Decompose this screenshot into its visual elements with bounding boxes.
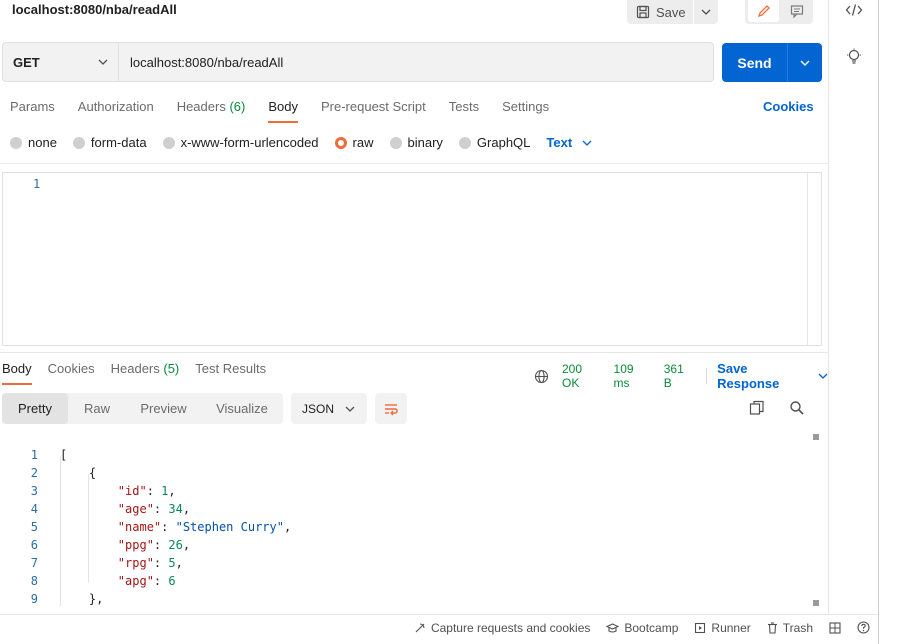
view-preview[interactable]: Preview: [126, 393, 201, 424]
trash-icon: [767, 621, 778, 634]
comment-icon: [790, 4, 804, 18]
url-input[interactable]: localhost:8080/nba/readAll: [119, 43, 713, 81]
headers-count: (6): [229, 99, 246, 114]
tab-authorization[interactable]: Authorization: [78, 99, 154, 123]
code-line: 2 {: [30, 466, 97, 480]
capture-requests-button[interactable]: Capture requests and cookies: [414, 621, 590, 635]
response-tab-headers[interactable]: Headers (5): [111, 361, 180, 385]
divider: [0, 352, 828, 353]
pencil-icon: [757, 4, 771, 18]
chevron-down-icon: [800, 60, 810, 66]
tab-tests[interactable]: Tests: [449, 99, 479, 123]
response-tab-body[interactable]: Body: [2, 361, 32, 385]
code-line: 4 "age": 34,: [30, 502, 191, 516]
search-icon[interactable]: [789, 400, 805, 416]
documentation-mode-button[interactable]: [783, 0, 811, 22]
save-icon: [636, 5, 650, 19]
edit-mode-button[interactable]: [748, 0, 779, 22]
wrap-lines-icon: [383, 402, 399, 416]
save-response-button[interactable]: Save Response: [717, 361, 828, 391]
code-line: 3 "id": 1,: [30, 484, 176, 498]
chevron-down-icon: [345, 406, 355, 412]
response-tab-test-results[interactable]: Test Results: [195, 361, 266, 385]
code-line: 8 "apg": 6: [30, 574, 176, 588]
request-title[interactable]: localhost:8080/nba/readAll: [12, 2, 177, 17]
cookies-link[interactable]: Cookies: [763, 99, 814, 114]
scroll-down-arrow[interactable]: [813, 600, 819, 606]
view-pretty[interactable]: Pretty: [2, 393, 68, 424]
tab-pre-request-script[interactable]: Pre-request Script: [321, 99, 426, 123]
status-bar: Capture requests and cookies Bootcamp Ru…: [0, 614, 878, 640]
response-tabs: Body Cookies Headers (5) Test Results: [2, 361, 282, 385]
scroll-up-arrow[interactable]: [813, 434, 819, 440]
chevron-down-icon: [701, 9, 711, 15]
radio-form-data[interactable]: form-data: [72, 135, 147, 150]
divider: [706, 368, 708, 384]
tab-headers[interactable]: Headers (6): [177, 99, 246, 123]
response-format-select[interactable]: JSON: [291, 393, 367, 424]
chevron-down-icon: [98, 59, 108, 65]
window-edge: [878, 0, 897, 644]
runner-icon: [694, 622, 706, 634]
send-button-group: Send: [722, 43, 822, 82]
body-type-radios: none form-data x-www-form-urlencoded raw…: [10, 135, 592, 150]
lightbulb-icon[interactable]: [846, 48, 862, 66]
save-dropdown-button[interactable]: [694, 0, 718, 24]
view-visualize[interactable]: Visualize: [201, 393, 283, 424]
code-line: 9 },: [30, 592, 104, 606]
code-line: 1[: [30, 448, 68, 462]
response-body-code[interactable]: 1[ 2 { 3 "id": 1, 4 "age": 34, 5 "name":…: [0, 434, 812, 608]
radio-graphql[interactable]: GraphQL: [458, 135, 530, 150]
tab-body[interactable]: Body: [268, 99, 298, 123]
two-pane-view-icon[interactable]: [829, 621, 841, 634]
capture-icon: [414, 622, 426, 634]
radio-x-www-form-urlencoded[interactable]: x-www-form-urlencoded: [162, 135, 319, 150]
code-icon[interactable]: [845, 3, 863, 17]
tab-params[interactable]: Params: [10, 99, 55, 123]
status-code[interactable]: 200 OK: [562, 362, 602, 390]
radio-raw[interactable]: raw: [334, 135, 374, 150]
response-size[interactable]: 361 B: [664, 362, 694, 390]
request-body-editor[interactable]: 1: [2, 172, 822, 346]
response-scrollbar[interactable]: [812, 434, 822, 610]
wrap-lines-button[interactable]: [375, 393, 407, 424]
response-time[interactable]: 109 ms: [614, 362, 652, 390]
save-button[interactable]: Save: [627, 0, 693, 24]
method-label: GET: [13, 54, 40, 70]
chevron-down-icon: [582, 140, 592, 146]
send-button[interactable]: Send: [722, 43, 788, 82]
request-tabs: Params Authorization Headers (6) Body Pr…: [10, 99, 572, 125]
bootcamp-button[interactable]: Bootcamp: [606, 621, 678, 635]
copy-icon[interactable]: [749, 400, 765, 416]
code-line: 5 "name": "Stephen Curry",: [30, 520, 292, 534]
radio-binary[interactable]: binary: [389, 135, 443, 150]
runner-button[interactable]: Runner: [694, 621, 751, 635]
trash-button[interactable]: Trash: [767, 621, 813, 635]
radio-none[interactable]: none: [10, 135, 57, 150]
save-label: Save: [656, 4, 686, 20]
divider: [0, 163, 828, 164]
graduation-cap-icon: [606, 622, 620, 634]
send-dropdown-button[interactable]: [788, 43, 822, 82]
editor-scrollbar[interactable]: [807, 173, 821, 345]
code-line: 6 "ppg": 26,: [30, 538, 191, 552]
method-select[interactable]: GET: [3, 43, 119, 81]
tab-settings[interactable]: Settings: [502, 99, 549, 123]
help-icon[interactable]: [857, 621, 870, 634]
globe-icon[interactable]: [534, 369, 549, 384]
response-meta: 200 OK 109 ms 361 B Save Response: [534, 361, 828, 391]
chevron-down-icon: [818, 373, 828, 379]
raw-format-select[interactable]: Text: [546, 135, 592, 150]
view-raw[interactable]: Raw: [68, 393, 126, 424]
code-line: 7 "rpg": 5,: [30, 556, 183, 570]
code-line: 10 {: [0, 596, 800, 608]
line-number: 1: [33, 177, 41, 191]
response-view-tabs: Pretty Raw Preview Visualize: [2, 393, 283, 424]
url-bar: GET localhost:8080/nba/readAll: [2, 42, 714, 82]
response-tab-cookies[interactable]: Cookies: [48, 361, 95, 385]
request-workspace: localhost:8080/nba/readAll Save GET loca…: [0, 0, 828, 614]
right-sidebar: [828, 0, 878, 614]
